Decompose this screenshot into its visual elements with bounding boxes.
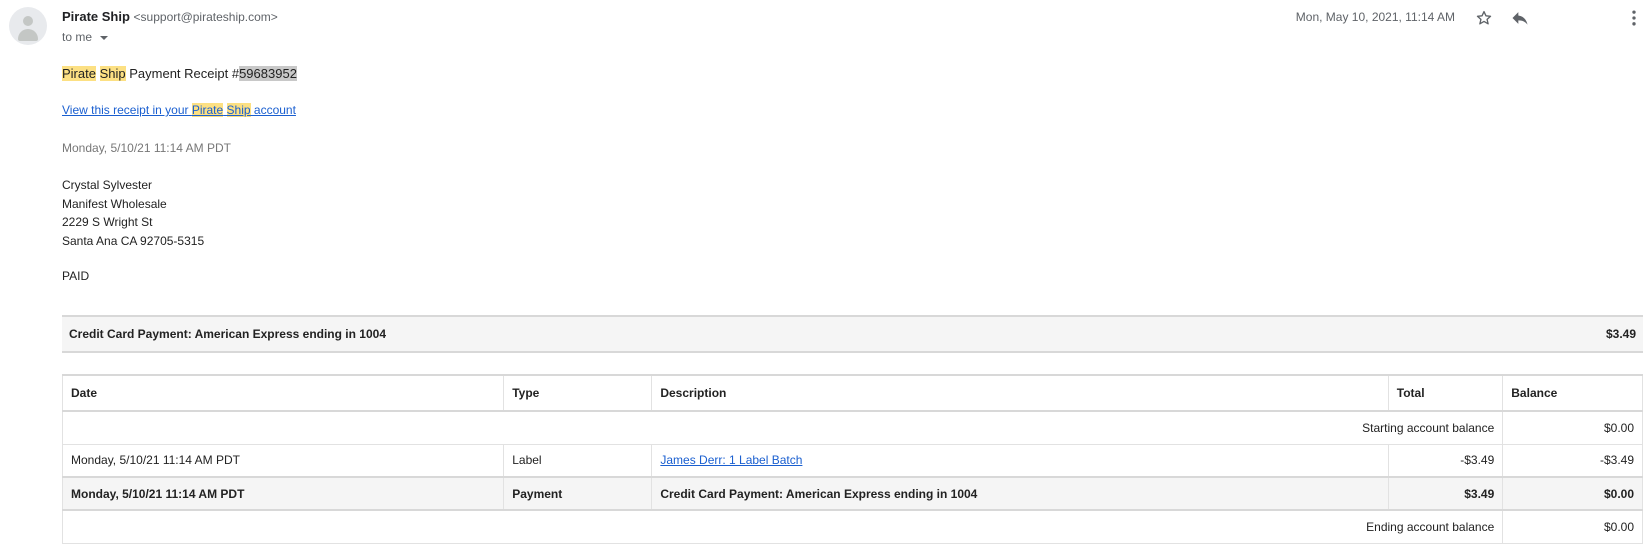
header-description: Description — [651, 374, 1389, 412]
ending-balance-label: Ending account balance — [61, 509, 1504, 544]
sender-email: <support@pirateship.com> — [133, 10, 278, 24]
link-suffix: account — [250, 103, 296, 117]
view-receipt-link[interactable]: View this receipt in your Pirate Ship ac… — [62, 103, 296, 117]
header-total: Total — [1387, 374, 1504, 412]
row-balance: -$3.49 — [1502, 443, 1643, 478]
receipt-number: 59683952 — [239, 66, 297, 81]
table-row: Monday, 5/10/21 11:14 AM PDT Label James… — [61, 443, 1643, 478]
sender-name[interactable]: Pirate Ship — [62, 9, 130, 24]
table-row: Monday, 5/10/21 11:14 AM PDT Payment Cre… — [61, 476, 1643, 511]
row-date: Monday, 5/10/21 11:14 AM PDT — [61, 476, 505, 511]
recipient-line[interactable]: to me — [62, 30, 109, 44]
reply-icon[interactable] — [1509, 7, 1531, 29]
starting-balance-value: $0.00 — [1502, 410, 1643, 445]
sender-line: Pirate Ship <support@pirateship.com> — [62, 9, 278, 24]
avatar-body-shape — [18, 29, 38, 41]
row-total: $3.49 — [1387, 476, 1504, 511]
avatar-head-shape — [23, 16, 33, 26]
payment-summary-bar: Credit Card Payment: American Express en… — [62, 315, 1643, 353]
transactions-table: Date Type Description Total Balance Star… — [61, 374, 1643, 544]
recipient-label: to me — [62, 30, 93, 44]
row-type: Label — [503, 443, 653, 478]
address-street: 2229 S Wright St — [62, 215, 153, 229]
payment-summary-amount: $3.49 — [1605, 327, 1636, 341]
payment-status: PAID — [62, 269, 90, 283]
table-row-starting-balance: Starting account balance $0.00 — [61, 410, 1643, 445]
title-word-pirate: Pirate — [62, 66, 96, 81]
more-vert-icon[interactable] — [1623, 7, 1645, 29]
row-type: Payment — [503, 476, 653, 511]
starting-balance-label: Starting account balance — [61, 410, 1504, 445]
link-prefix: View this receipt in your — [62, 103, 192, 117]
link-word-ship: Ship — [226, 103, 251, 117]
address-name: Crystal Sylvester — [62, 178, 153, 192]
receipt-title: Pirate Ship Payment Receipt #59683952 — [62, 66, 297, 81]
row-description: James Derr: 1 Label Batch — [651, 443, 1389, 478]
billing-address: Crystal Sylvester Manifest Wholesale 222… — [62, 176, 204, 250]
address-company: Manifest Wholesale — [62, 196, 167, 211]
row-date: Monday, 5/10/21 11:14 AM PDT — [61, 443, 505, 478]
title-middle: Payment Receipt # — [125, 66, 240, 81]
link-word-pirate: Pirate — [191, 103, 224, 117]
table-row-ending-balance: Ending account balance $0.00 — [61, 509, 1643, 544]
receipt-timestamp: Monday, 5/10/21 11:14 AM PDT — [62, 141, 231, 155]
row-description: Credit Card Payment: American Express en… — [651, 476, 1389, 511]
title-word-ship: Ship — [99, 66, 126, 81]
header-date: Date — [61, 374, 505, 412]
table-header-row: Date Type Description Total Balance — [61, 374, 1643, 412]
address-city: Santa Ana CA 92705-5315 — [62, 233, 205, 248]
ending-balance-value: $0.00 — [1502, 509, 1643, 544]
header-type: Type — [503, 374, 653, 412]
row-total: -$3.49 — [1387, 443, 1504, 478]
email-date: Mon, May 10, 2021, 11:14 AM — [1295, 10, 1455, 24]
star-icon[interactable] — [1473, 7, 1495, 29]
header-balance: Balance — [1502, 374, 1643, 412]
payment-summary-label: Credit Card Payment: American Express en… — [69, 327, 386, 341]
avatar[interactable] — [9, 7, 47, 45]
chevron-down-icon[interactable] — [100, 35, 109, 40]
row-balance: $0.00 — [1502, 476, 1643, 511]
label-batch-link[interactable]: James Derr: 1 Label Batch — [660, 453, 802, 467]
